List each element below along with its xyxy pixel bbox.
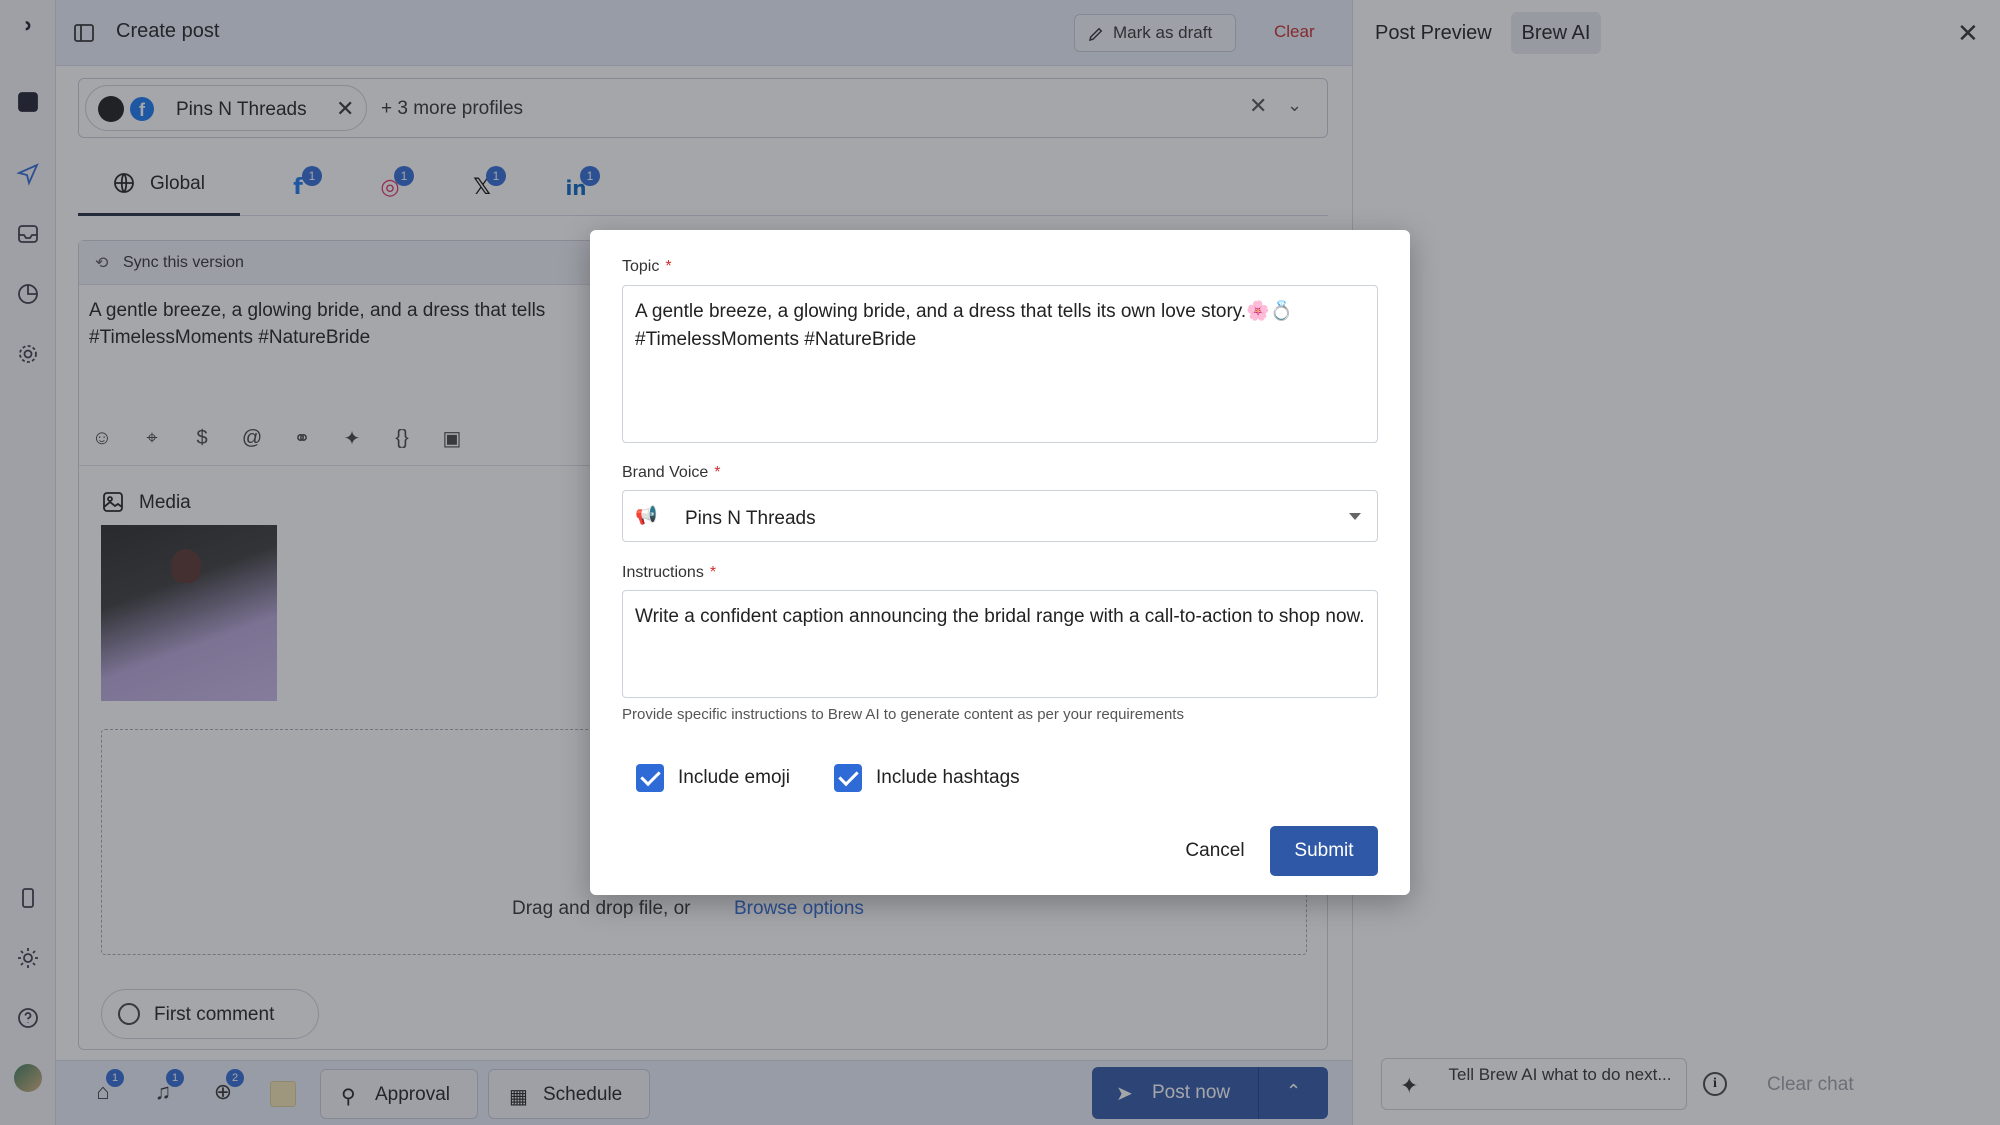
brew-ai-modal: Topic * A gentle breeze, a glowing bride,… [590, 230, 1410, 895]
include-emoji-label: Include emoji [678, 767, 790, 788]
topic-textarea[interactable]: A gentle breeze, a glowing bride, and a … [622, 285, 1378, 443]
required-mark: * [709, 564, 717, 581]
include-emoji-checkbox[interactable]: Include emoji [636, 762, 790, 794]
topic-label: Topic * [622, 258, 672, 275]
brand-voice-value: Pins N Threads [685, 508, 816, 529]
checkbox-checked-icon [834, 764, 862, 792]
dropdown-arrow-icon [1349, 513, 1361, 520]
required-mark: * [665, 258, 672, 275]
brand-voice-select[interactable]: 📢 Pins N Threads [622, 490, 1378, 542]
instructions-label: Instructions * [622, 564, 717, 581]
megaphone-icon: 📢 [635, 505, 658, 525]
checkbox-checked-icon [636, 764, 664, 792]
cancel-button[interactable]: Cancel [1170, 828, 1260, 874]
instructions-value: Write a confident caption announcing the… [635, 606, 1365, 627]
submit-button[interactable]: Submit [1270, 826, 1378, 876]
include-hashtags-checkbox[interactable]: Include hashtags [834, 762, 1020, 794]
required-mark: * [714, 464, 721, 481]
include-hashtags-label: Include hashtags [876, 767, 1020, 788]
instructions-help-text: Provide specific instructions to Brew AI… [622, 706, 1184, 723]
instructions-textarea[interactable]: Write a confident caption announcing the… [622, 590, 1378, 698]
brand-voice-label: Brand Voice * [622, 464, 721, 481]
topic-value: A gentle breeze, a glowing bride, and a … [635, 301, 1294, 350]
